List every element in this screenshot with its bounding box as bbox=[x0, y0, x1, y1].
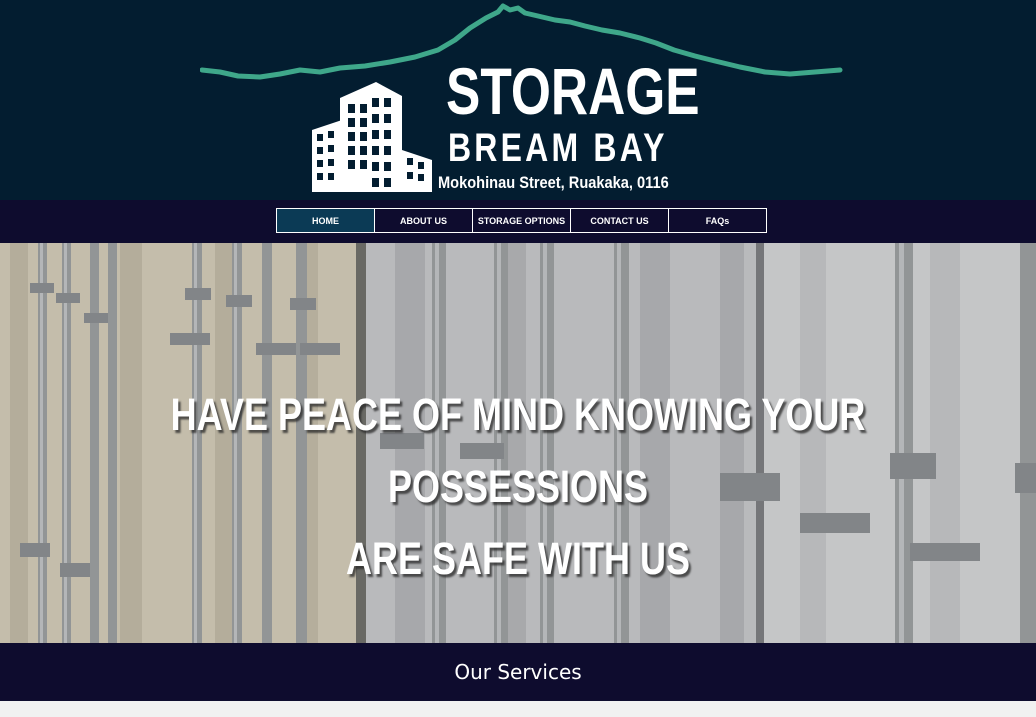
storage-bream-bay-logo[interactable]: STORAGE BREAM BAY Mokohinau Street, Ruak… bbox=[200, 0, 846, 200]
hero-headline-line-2: ARE SAFE WITH US bbox=[345, 533, 690, 584]
logo-address: Mokohinau Street, Ruakaka, 0116 bbox=[438, 173, 669, 192]
nav-storage-options[interactable]: STORAGE OPTIONS bbox=[472, 208, 571, 233]
main-nav-bar: HOME ABOUT US STORAGE OPTIONS CONTACT US… bbox=[0, 200, 1036, 243]
services-title: Our Services bbox=[454, 660, 582, 684]
content-area-top bbox=[0, 701, 1036, 717]
nav-faqs[interactable]: FAQs bbox=[668, 208, 767, 233]
services-section: Our Services bbox=[0, 643, 1036, 701]
nav-contact-us[interactable]: CONTACT US bbox=[570, 208, 669, 233]
nav-home[interactable]: HOME bbox=[276, 208, 375, 233]
logo-subtitle: BREAM BAY bbox=[448, 126, 668, 170]
main-nav: HOME ABOUT US STORAGE OPTIONS CONTACT US… bbox=[276, 208, 767, 233]
hero-headline-line-1: HAVE PEACE OF MIND KNOWING YOUR POSSESSI… bbox=[170, 389, 866, 512]
logo-title: STORAGE bbox=[446, 54, 700, 128]
hero-headline: HAVE PEACE OF MIND KNOWING YOUR POSSESSI… bbox=[0, 379, 1036, 595]
site-header: STORAGE BREAM BAY Mokohinau Street, Ruak… bbox=[0, 0, 1036, 200]
nav-about-us[interactable]: ABOUT US bbox=[374, 208, 473, 233]
hero-banner: HAVE PEACE OF MIND KNOWING YOUR POSSESSI… bbox=[0, 243, 1036, 643]
